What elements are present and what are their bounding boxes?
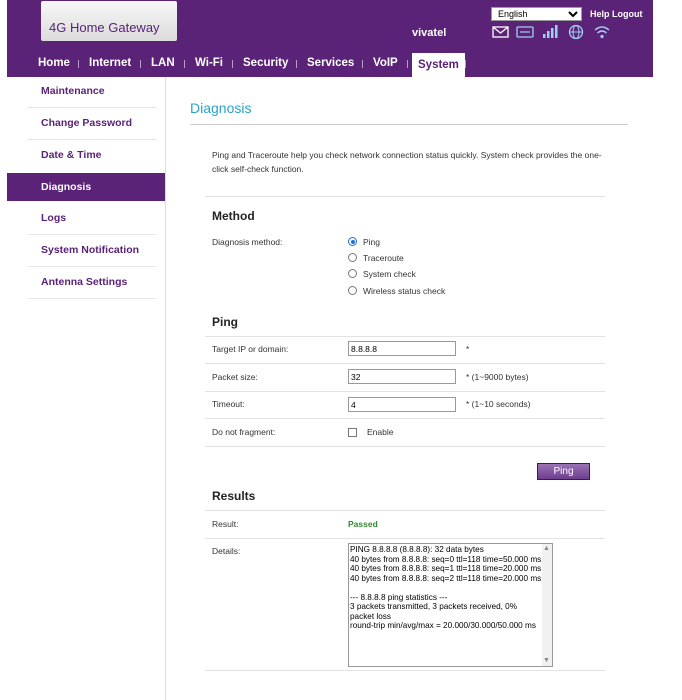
radio-label: System check — [363, 269, 416, 279]
sidebar-item-change-password[interactable]: Change Password — [7, 109, 165, 140]
packet-size-label: Packet size: — [212, 372, 258, 382]
details-textarea[interactable]: PING 8.8.8.8 (8.8.8.8): 32 data bytes 40… — [348, 543, 553, 667]
nav-separator — [407, 60, 408, 68]
target-label: Target IP or domain: — [212, 344, 289, 354]
section-divider — [205, 670, 605, 671]
ping-heading: Ping — [212, 315, 238, 329]
sidebar-divider — [27, 234, 157, 235]
nav-separator — [232, 60, 233, 68]
logo-text: 4G Home Gateway — [49, 20, 160, 35]
radio-button[interactable] — [348, 253, 357, 262]
radio-traceroute[interactable]: Traceroute — [348, 253, 404, 263]
row-divider — [205, 446, 605, 447]
nav-separator — [140, 60, 141, 68]
page-title: Diagnosis — [190, 100, 252, 116]
target-input[interactable] — [348, 341, 456, 356]
mail-icon[interactable] — [491, 24, 511, 40]
nav-home[interactable]: Home — [38, 50, 70, 77]
radio-label: Wireless status check — [363, 286, 446, 296]
nav-internet[interactable]: Internet — [89, 50, 131, 77]
details-scrollbar[interactable]: ▲ ▼ — [542, 544, 552, 666]
nav-wifi[interactable]: Wi-Fi — [195, 50, 223, 77]
nav-separator — [184, 60, 185, 68]
timeout-label: Timeout: — [212, 399, 245, 409]
help-link[interactable]: Help — [590, 9, 610, 19]
language-select[interactable]: English — [491, 7, 582, 21]
signal-icon[interactable] — [541, 24, 561, 40]
method-heading: Method — [212, 209, 255, 223]
radio-system-check[interactable]: System check — [348, 269, 416, 279]
diagnosis-method-label: Diagnosis method: — [212, 237, 283, 247]
nav-separator — [465, 60, 466, 68]
scroll-up-icon[interactable]: ▲ — [543, 545, 550, 553]
sidebar-divider — [27, 107, 157, 108]
intro-text: Ping and Traceroute help you check netwo… — [212, 150, 602, 174]
result-status: Passed — [348, 519, 378, 529]
ping-button[interactable]: Ping — [537, 463, 590, 480]
logout-link[interactable]: Logout — [612, 9, 643, 19]
radio-button[interactable] — [348, 237, 357, 246]
radio-ping[interactable]: Ping — [348, 237, 380, 247]
sidebar-item-system-notification[interactable]: System Notification — [7, 236, 165, 267]
title-divider — [190, 124, 628, 125]
results-heading: Results — [212, 489, 256, 503]
nav-voip[interactable]: VoIP — [373, 50, 398, 77]
target-required-mark: * — [466, 344, 470, 354]
sidebar-divider — [27, 139, 157, 140]
sidebar-item-diagnosis[interactable]: Diagnosis — [7, 173, 165, 201]
section-divider — [205, 510, 605, 511]
main-nav: Home Internet LAN Wi-Fi Security Service… — [7, 50, 653, 77]
wifi-icon[interactable] — [592, 24, 612, 40]
section-divider — [205, 336, 605, 337]
do-not-fragment-checkbox[interactable] — [348, 428, 357, 437]
radio-button[interactable] — [348, 286, 357, 295]
globe-icon[interactable] — [566, 24, 586, 40]
sidebar-divider — [27, 298, 157, 299]
sidebar: Maintenance Change Password Date & Time … — [7, 77, 166, 700]
details-text: PING 8.8.8.8 (8.8.8.8): 32 data bytes 40… — [350, 545, 542, 630]
row-divider — [205, 538, 605, 539]
header: 4G Home Gateway vivatel English Help Log… — [7, 0, 653, 50]
details-label: Details: — [212, 546, 241, 556]
nav-services[interactable]: Services — [307, 50, 354, 77]
scroll-down-icon[interactable]: ▼ — [543, 657, 550, 665]
sidebar-item-maintenance[interactable]: Maintenance — [7, 77, 165, 108]
radio-label: Traceroute — [363, 253, 404, 263]
sidebar-item-logs[interactable]: Logs — [7, 204, 165, 235]
row-divider — [205, 391, 605, 392]
nav-lan[interactable]: LAN — [151, 50, 175, 77]
fragment-label: Do not fragment: — [212, 427, 276, 437]
packet-size-hint: * (1~9000 bytes) — [466, 372, 529, 382]
radio-label: Ping — [363, 237, 381, 247]
brand-name: vivatel — [412, 27, 447, 39]
sidebar-item-date-time[interactable]: Date & Time — [7, 141, 165, 172]
sidebar-divider — [27, 266, 157, 267]
result-label: Result: — [212, 519, 239, 529]
nav-separator — [78, 60, 79, 68]
section-divider — [205, 196, 605, 197]
timeout-input[interactable] — [348, 397, 456, 412]
nav-security[interactable]: Security — [243, 50, 288, 77]
row-divider — [205, 363, 605, 364]
sim-icon[interactable] — [515, 24, 535, 40]
nav-system[interactable]: System — [412, 53, 465, 77]
enable-label: Enable — [367, 427, 394, 437]
radio-wireless-status-check[interactable]: Wireless status check — [348, 286, 445, 296]
logo: 4G Home Gateway — [41, 1, 177, 41]
sidebar-item-antenna-settings[interactable]: Antenna Settings — [7, 268, 165, 299]
packet-size-input[interactable] — [348, 369, 456, 384]
timeout-hint: * (1~10 seconds) — [466, 399, 531, 409]
nav-separator — [362, 60, 363, 68]
nav-separator — [296, 60, 297, 68]
radio-button[interactable] — [348, 269, 357, 278]
row-divider — [205, 418, 605, 419]
